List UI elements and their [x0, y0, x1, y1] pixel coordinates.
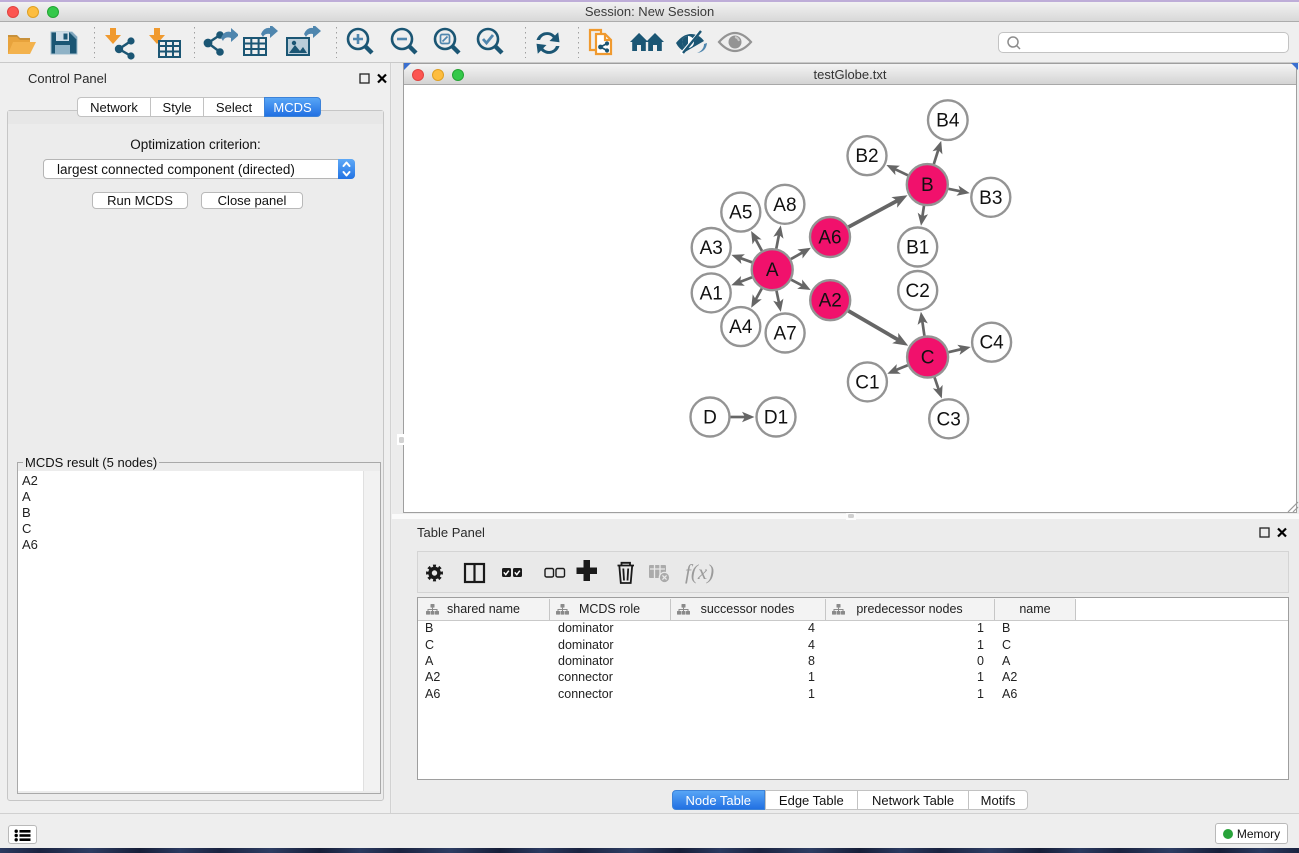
svg-text:A1: A1 [700, 283, 723, 304]
svg-text:A4: A4 [729, 317, 753, 338]
svg-text:C1: C1 [855, 372, 879, 393]
svg-text:B3: B3 [979, 188, 1002, 209]
svg-text:A5: A5 [729, 203, 752, 224]
svg-text:A7: A7 [773, 324, 796, 345]
svg-text:A: A [766, 260, 779, 281]
svg-text:B: B [921, 175, 934, 196]
svg-text:C: C [921, 348, 935, 369]
svg-text:A6: A6 [818, 228, 841, 249]
svg-text:C2: C2 [906, 281, 930, 302]
svg-text:B2: B2 [855, 146, 878, 167]
svg-text:B4: B4 [936, 111, 960, 132]
svg-text:A2: A2 [819, 291, 842, 312]
svg-text:A3: A3 [700, 238, 723, 259]
svg-text:B1: B1 [906, 238, 929, 259]
svg-text:C4: C4 [979, 333, 1004, 354]
svg-text:A8: A8 [773, 195, 796, 216]
svg-text:C3: C3 [937, 409, 961, 430]
svg-text:D: D [703, 408, 717, 429]
svg-text:D1: D1 [764, 408, 788, 429]
